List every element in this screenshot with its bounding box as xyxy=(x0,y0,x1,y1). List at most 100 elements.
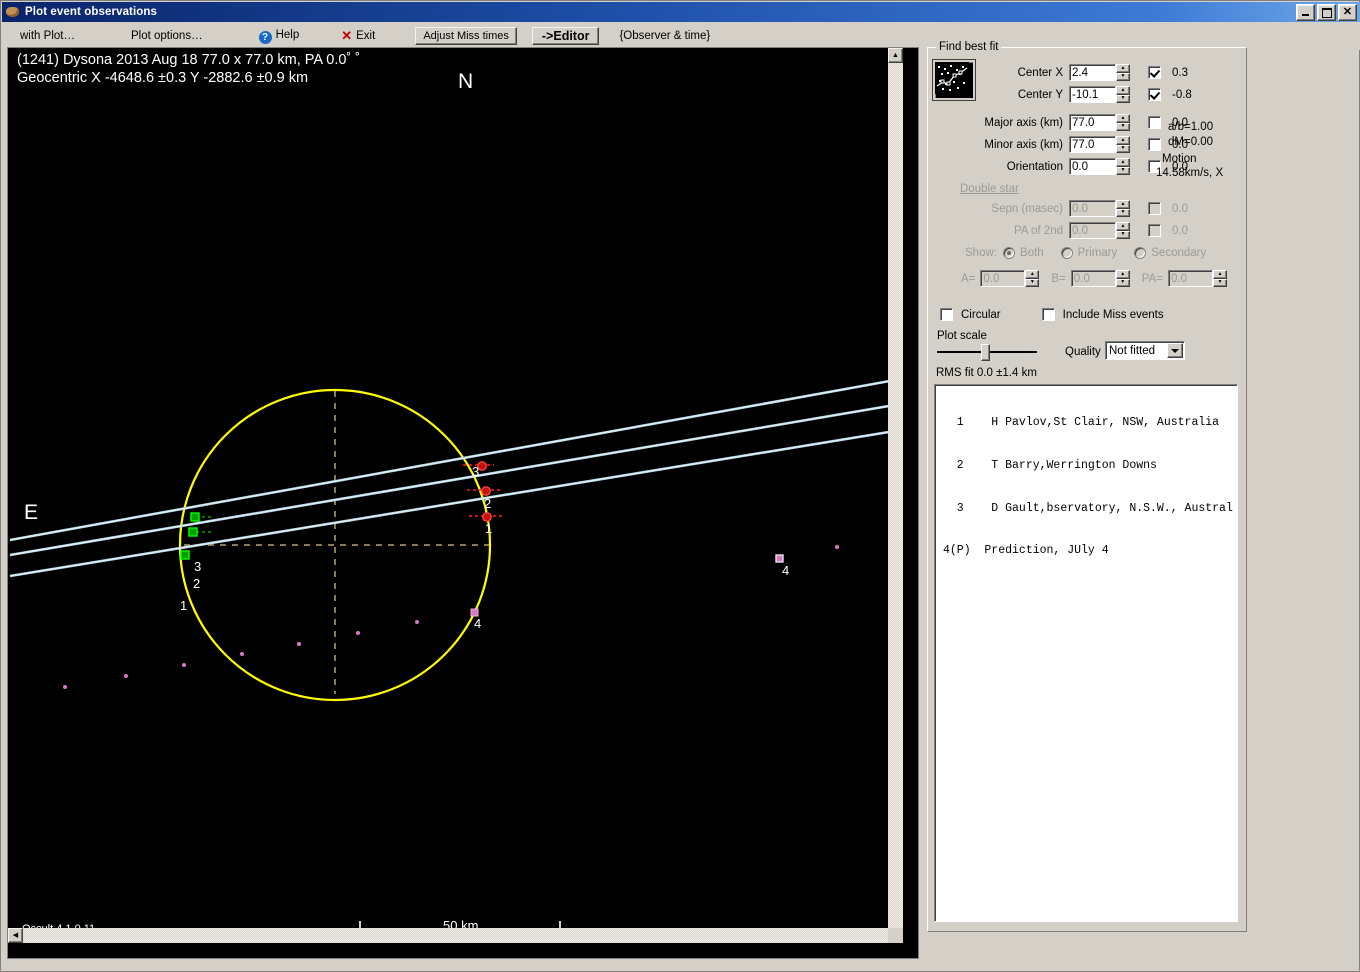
maximize-button[interactable] xyxy=(1317,4,1336,21)
spinner-major-axis[interactable]: ▲ ▼ xyxy=(1116,114,1130,131)
chord-label-left-3: 3 xyxy=(194,559,201,574)
observers-listbox[interactable]: 1 H Pavlov,St Clair, NSW, Australia 2 T … xyxy=(934,384,1238,922)
field-row-minor-axis: Minor axis (km) ▲▼ 0.0 xyxy=(947,136,1188,153)
residual-center-y: -0.8 xyxy=(1172,88,1192,101)
menu-exit-label: Exit xyxy=(356,30,376,42)
label-plot-scale: Plot scale xyxy=(937,330,987,342)
field-row-orientation: Orientation ▲▼ 0.0 xyxy=(947,158,1188,175)
asteroid-icon xyxy=(5,5,21,19)
spinner-a: ▲ ▼ xyxy=(1025,270,1040,287)
chord-label-right-2: 2 xyxy=(484,496,491,511)
menu-exit[interactable]: ✕ Exit xyxy=(335,28,381,44)
fit-panel: Find best fit Center X 2.4 ▲ ▼ 0.3 Cente… xyxy=(927,41,1249,959)
occultation-plot-canvas[interactable]: (1241) Dysona 2013 Aug 18 77.0 x 77.0 km… xyxy=(8,48,903,943)
checkbox-fit-minor-axis[interactable] xyxy=(1148,138,1161,151)
label-circular: Circular xyxy=(961,308,1001,321)
menu-help[interactable]: ? Help xyxy=(253,29,306,44)
list-item[interactable]: 4(P) Prediction, JUly 4 xyxy=(943,544,1237,558)
radio-show-secondary xyxy=(1134,247,1147,259)
main-toolbar: with Plot… Plot options… ? Help ✕ Exit Adj… xyxy=(2,22,1360,50)
list-item[interactable]: 3 D Gault,bservatory, N.S.W., Austral xyxy=(943,502,1237,516)
adjust-miss-times-button[interactable]: Adjust Miss times xyxy=(415,27,517,45)
input-center-x[interactable] xyxy=(1069,64,1116,81)
field-row-center-y: Center Y ▲▼ -0.8 xyxy=(973,86,1192,103)
spinner-center-y[interactable]: ▲ ▼ xyxy=(1116,86,1130,103)
motion-label: Motion xyxy=(1162,153,1197,165)
input-pa xyxy=(1167,270,1213,287)
plot-header-line2: Geocentric X -4648.6 ±0.3 Y -2882.6 ±0.9… xyxy=(17,70,308,86)
plot-scale-slider[interactable] xyxy=(937,344,1041,361)
show-row: Show: Both Primary Secondary xyxy=(965,247,1206,259)
scroll-up-button[interactable]: ▲ xyxy=(888,48,903,63)
quality-value: Not fitted xyxy=(1109,344,1156,357)
label-a: A= xyxy=(961,272,976,285)
slider-thumb[interactable] xyxy=(981,344,990,361)
checkbox-fit-pa-of-2nd xyxy=(1148,224,1161,237)
motion-value: 14.58km/s, X xyxy=(1156,167,1224,179)
label-pa: PA= xyxy=(1141,272,1163,285)
label-pa-of-2nd: PA of 2nd xyxy=(1013,224,1063,237)
label-show-secondary: Secondary xyxy=(1151,247,1207,259)
fit-thumbnail-icon[interactable] xyxy=(933,60,975,100)
checkbox-fit-center-x[interactable] xyxy=(1148,66,1161,79)
chord-label-right-1: 1 xyxy=(485,521,492,536)
editor-button[interactable]: ->Editor xyxy=(531,27,600,45)
residual-pa-of-2nd: 0.0 xyxy=(1172,224,1188,237)
close-x-icon: ✕ xyxy=(341,28,353,43)
plot-panel: (1241) Dysona 2013 Aug 18 77.0 x 77.0 km… xyxy=(7,47,919,959)
spinner-orientation[interactable]: ▲ ▼ xyxy=(1116,158,1130,175)
delta-magnitude: dM=0.00 xyxy=(1168,136,1214,148)
label-show: Show: xyxy=(965,247,997,259)
label-center-x: Center X xyxy=(1017,66,1063,79)
scrollbar-corner xyxy=(888,928,903,943)
label-sepn: Sepn (masec) xyxy=(991,202,1063,215)
abpa-row: A= ▲▼ B= ▲▼ PA= ▲▼ xyxy=(961,270,1227,287)
field-row-major-axis: Major axis (km) ▲▼ 0.0 xyxy=(947,114,1188,131)
double-star-label: Double star xyxy=(960,183,1019,195)
checkbox-circular[interactable] xyxy=(940,308,953,321)
circular-row: Circular Include Miss events xyxy=(940,308,1164,321)
rms-fit-label: RMS fit 0.0 ±1.4 km xyxy=(936,367,1037,379)
chord-label-left-2: 2 xyxy=(193,576,200,591)
find-best-fit-label: Find best fit xyxy=(936,41,1002,53)
checkbox-fit-sepn xyxy=(1148,202,1161,215)
input-center-y[interactable] xyxy=(1069,86,1116,103)
label-orientation: Orientation xyxy=(1006,160,1063,173)
window-titlebar: Plot event observations ✕ xyxy=(2,2,1360,22)
window-title: Plot event observations xyxy=(25,6,158,18)
radio-show-both xyxy=(1002,247,1015,259)
plot-header-line1: (1241) Dysona 2013 Aug 18 77.0 x 77.0 km… xyxy=(17,52,360,68)
plot-vertical-scrollbar[interactable]: ▲ ▼ xyxy=(888,48,903,943)
east-label: E xyxy=(24,501,38,524)
list-item[interactable]: 1 H Pavlov,St Clair, NSW, Australia xyxy=(943,416,1237,430)
residual-sepn: 0.0 xyxy=(1172,202,1188,215)
list-item[interactable]: 2 T Barry,Werrington Downs xyxy=(943,459,1237,473)
label-b: B= xyxy=(1051,272,1066,285)
chevron-down-icon[interactable] xyxy=(1167,343,1183,358)
plot-event-observations-window: Plot event observations ✕ with Plot… Plo… xyxy=(0,0,1360,972)
menu-help-label: Help xyxy=(275,28,300,41)
checkbox-fit-major-axis[interactable] xyxy=(1148,116,1161,129)
plot-horizontal-scrollbar[interactable]: ◀ ▶ xyxy=(8,928,903,943)
spinner-sepn: ▲ ▼ xyxy=(1116,200,1130,217)
observer-time-label: {Observer & time} xyxy=(619,30,711,42)
checkbox-include-miss-events[interactable] xyxy=(1041,308,1055,321)
scroll-left-button[interactable]: ◀ xyxy=(8,928,23,943)
menu-plot-options[interactable]: Plot options… xyxy=(125,30,209,42)
spinner-center-x[interactable]: ▲ ▼ xyxy=(1116,64,1130,81)
field-row-pa-of-2nd: PA of 2nd ▲▼ 0.0 xyxy=(947,222,1188,239)
input-major-axis[interactable] xyxy=(1069,114,1116,131)
checkbox-fit-center-y[interactable] xyxy=(1148,88,1161,101)
input-orientation[interactable] xyxy=(1069,158,1116,175)
input-pa-of-2nd xyxy=(1069,222,1116,239)
label-show-primary: Primary xyxy=(1077,247,1118,259)
menu-with-plot[interactable]: with Plot… xyxy=(14,30,81,42)
spinner-minor-axis[interactable]: ▲ ▼ xyxy=(1116,136,1130,153)
prediction-label-outer: 4 xyxy=(782,563,789,578)
quality-dropdown[interactable]: Not fitted xyxy=(1105,341,1185,360)
input-minor-axis[interactable] xyxy=(1069,136,1116,153)
spinner-pa-of-2nd: ▲ ▼ xyxy=(1116,222,1130,239)
close-button[interactable]: ✕ xyxy=(1338,4,1357,21)
help-icon: ? xyxy=(258,30,272,44)
minimize-button[interactable] xyxy=(1296,4,1315,21)
